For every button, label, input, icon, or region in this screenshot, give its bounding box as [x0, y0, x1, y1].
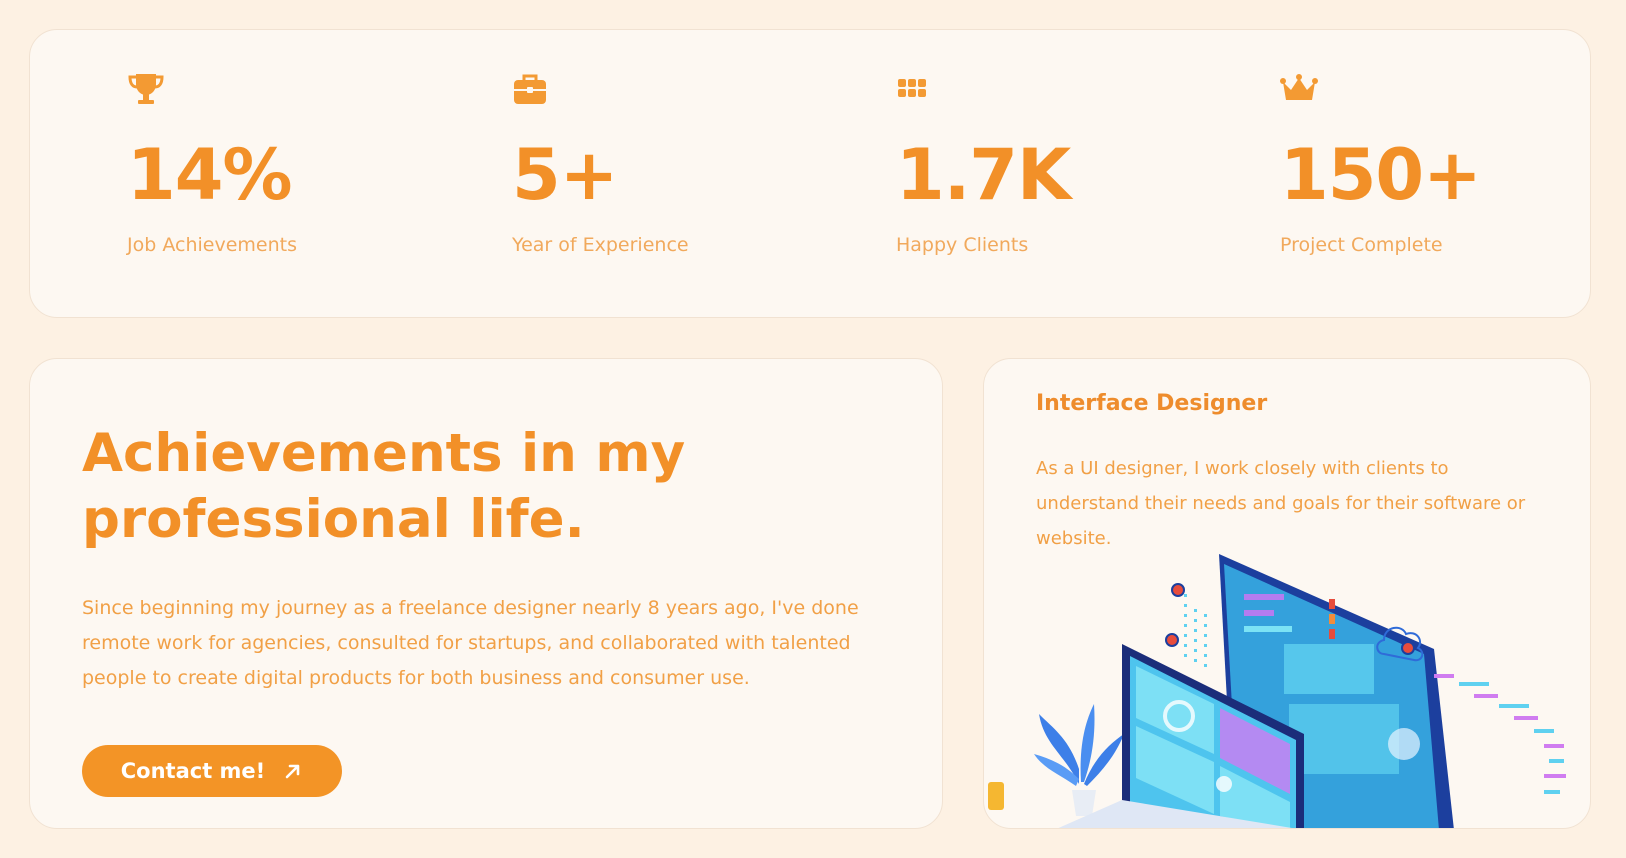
stat-value: 5+	[512, 134, 618, 216]
contact-button[interactable]: Contact me!	[82, 745, 342, 797]
arrow-up-right-icon	[283, 761, 303, 781]
stat-label: Project Complete	[1280, 234, 1443, 256]
pencil-illustration	[988, 782, 1004, 810]
designer-title: Interface Designer	[1036, 391, 1268, 416]
about-card: Achievements in my professional life. Si…	[29, 358, 943, 829]
plant-illustration	[1034, 704, 1124, 816]
about-heading-line1: Achievements in my	[82, 423, 686, 484]
stat-happy-clients: 1.7K Happy Clients	[896, 72, 1196, 256]
about-heading: Achievements in my professional life.	[82, 421, 782, 553]
designer-card: Interface Designer As a UI designer, I w…	[983, 358, 1591, 829]
about-heading-line2: professional life.	[82, 489, 585, 550]
contact-button-label: Contact me!	[120, 759, 266, 783]
designer-text: As a UI designer, I work closely with cl…	[1036, 458, 1526, 549]
stat-value: 1.7K	[896, 134, 1071, 216]
data-dots-illustration	[1184, 594, 1207, 667]
stat-years-experience: 5+ Year of Experience	[512, 72, 812, 256]
trophy-icon	[127, 72, 167, 106]
briefcase-icon	[512, 72, 552, 106]
stat-job-achievements: 14% Job Achievements	[127, 72, 427, 256]
code-lines-illustration	[1434, 674, 1566, 794]
grid-icon	[896, 72, 936, 106]
stat-label: Happy Clients	[896, 234, 1029, 256]
ui-designer-illustration	[988, 554, 1566, 828]
stat-value: 150+	[1280, 134, 1482, 216]
crown-icon	[1280, 72, 1320, 106]
stats-card: 14% Job Achievements 5+ Year of Experien…	[29, 29, 1591, 318]
stat-label: Job Achievements	[127, 234, 297, 256]
stat-label: Year of Experience	[512, 234, 689, 256]
stat-project-complete: 150+ Project Complete	[1280, 72, 1580, 256]
stat-value: 14%	[127, 134, 293, 216]
about-text: Since beginning my journey as a freelanc…	[82, 597, 859, 689]
